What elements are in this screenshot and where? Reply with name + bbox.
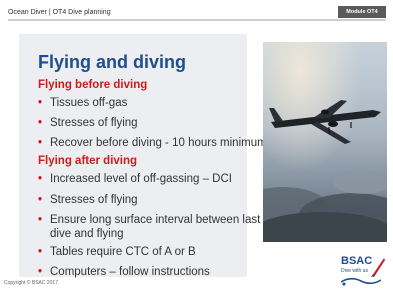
bullet-text: Tissues off-gas (50, 97, 128, 109)
header-title: Ocean Diver | OT4 Dive planning (8, 9, 111, 16)
logo-wordmark: BSAC (341, 255, 373, 267)
section-heading-after: Flying after diving (38, 155, 138, 167)
bullet-icon: • (38, 214, 43, 226)
airplane-icon (263, 42, 387, 242)
slide-title: Flying and diving (38, 52, 186, 72)
bullet-text: Stresses of flying (50, 194, 138, 206)
bullet-text: Ensure long surface interval between las… (50, 214, 261, 226)
wave-icon (341, 277, 381, 286)
header-divider (8, 19, 386, 21)
bsac-logo: BSAC Dive with us (341, 255, 387, 287)
slide: Ocean Diver | OT4 Dive planning Module O… (0, 0, 393, 289)
bullet-icon: • (38, 173, 43, 185)
bullet-text: Tables require CTC of A or B (50, 246, 196, 258)
bullet-text: dive and flying (50, 228, 124, 240)
logo-tagline: Dive with us (341, 268, 368, 274)
bullet-icon: • (38, 137, 43, 149)
bullet-text: Stresses of flying (50, 117, 138, 129)
bullet-text: Computers – follow instructions (50, 266, 210, 278)
flag-icon (371, 258, 385, 277)
bullet-icon: • (38, 266, 43, 278)
bullet-icon: • (38, 117, 43, 129)
bullet-icon: • (38, 97, 43, 109)
bullet-text: Increased level of off-gassing – DCI (50, 173, 232, 185)
copyright-notice: Copyright © BSAC 2017 (4, 280, 58, 286)
bullet-icon: • (38, 194, 43, 206)
bullet-text: Recover before diving - 10 hours minimum (50, 137, 267, 149)
section-heading-before: Flying before diving (38, 79, 148, 91)
module-tab: Module OT4 (338, 6, 386, 18)
airplane-photo (263, 42, 387, 242)
bullet-icon: • (38, 246, 43, 258)
